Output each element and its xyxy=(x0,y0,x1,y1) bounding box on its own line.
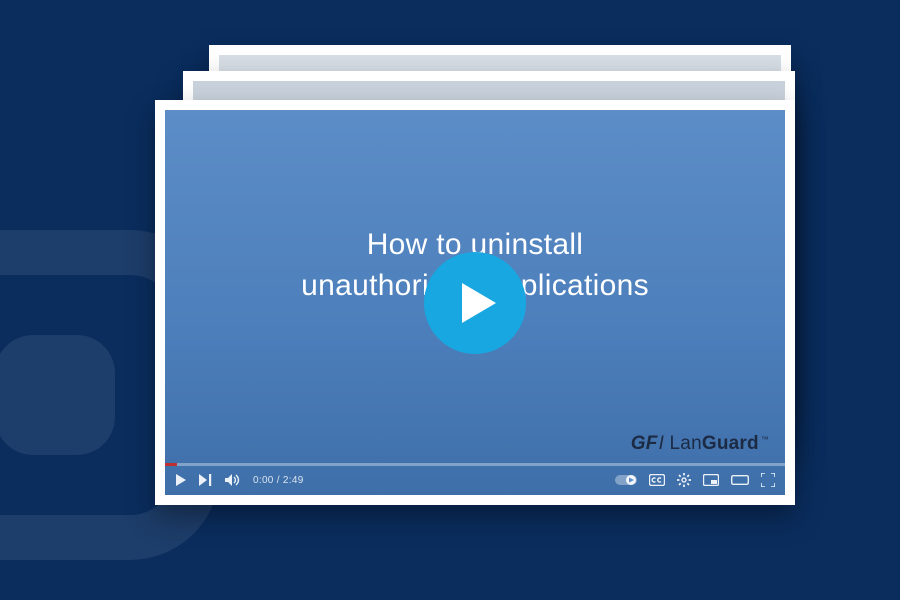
brand-trademark: ™ xyxy=(761,435,769,444)
theater-icon xyxy=(731,474,749,486)
video-progress-bar[interactable] xyxy=(165,463,785,466)
brand-name-bold: Guard xyxy=(702,433,759,454)
fullscreen-icon xyxy=(761,473,775,487)
next-icon xyxy=(199,474,213,486)
gear-icon xyxy=(677,473,691,487)
play-pause-button[interactable] xyxy=(175,474,187,486)
autoplay-toggle[interactable] xyxy=(615,474,637,486)
duration: 2:49 xyxy=(283,475,304,486)
settings-button[interactable] xyxy=(677,473,691,487)
brand-name-light: Lan xyxy=(670,433,702,454)
captions-button[interactable] xyxy=(649,474,665,486)
current-time: 0:00 xyxy=(253,475,274,486)
video-frame: How to uninstall unauthorized applicatio… xyxy=(165,110,785,495)
play-icon xyxy=(175,474,187,486)
brand-prefix: GF xyxy=(631,433,658,454)
theater-mode-button[interactable] xyxy=(731,474,749,486)
autoplay-toggle-icon xyxy=(615,474,637,486)
captions-icon xyxy=(649,474,665,486)
play-button[interactable] xyxy=(424,252,526,354)
mute-button[interactable] xyxy=(225,474,241,486)
product-brand-logo: GFI LanGuard™ xyxy=(631,433,769,455)
brand-i: I xyxy=(659,433,664,454)
video-controls-bar: 0:00 / 2:49 xyxy=(165,465,785,495)
next-button[interactable] xyxy=(199,474,213,486)
play-icon xyxy=(462,283,496,323)
time-display: 0:00 / 2:49 xyxy=(253,475,304,486)
miniplayer-icon xyxy=(703,474,719,486)
miniplayer-button[interactable] xyxy=(703,474,719,486)
video-thumbnail-card: How to uninstall unauthorized applicatio… xyxy=(155,100,795,505)
fullscreen-button[interactable] xyxy=(761,473,775,487)
volume-icon xyxy=(225,474,241,486)
